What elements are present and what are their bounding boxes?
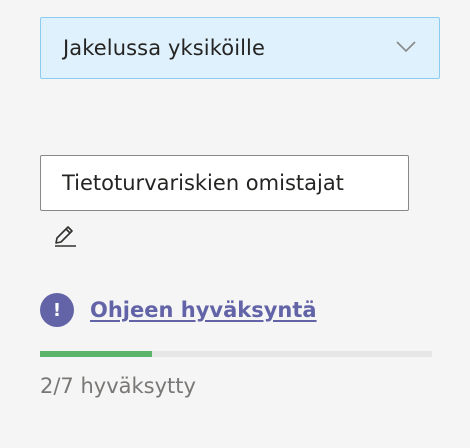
approval-status-text: 2/7 hyväksytty: [40, 374, 196, 398]
approval-progress-bar: [40, 351, 432, 357]
exclamation-icon: !: [40, 293, 74, 327]
distribution-dropdown[interactable]: Jakelussa yksiköille: [40, 17, 440, 79]
approval-link[interactable]: Ohjeen hyväksyntä: [90, 298, 317, 322]
approval-row: ! Ohjeen hyväksyntä: [40, 293, 317, 327]
approval-panel: Jakelussa yksiköille Tietoturvariskien o…: [0, 0, 470, 448]
chevron-down-icon: [396, 41, 416, 53]
owner-tag: Tietoturvariskien omistajat: [40, 155, 409, 211]
distribution-dropdown-value: Jakelussa yksiköille: [63, 36, 266, 60]
owner-tag-label: Tietoturvariskien omistajat: [62, 171, 344, 195]
pencil-icon[interactable]: [52, 224, 78, 248]
approval-progress-fill: [40, 351, 152, 357]
